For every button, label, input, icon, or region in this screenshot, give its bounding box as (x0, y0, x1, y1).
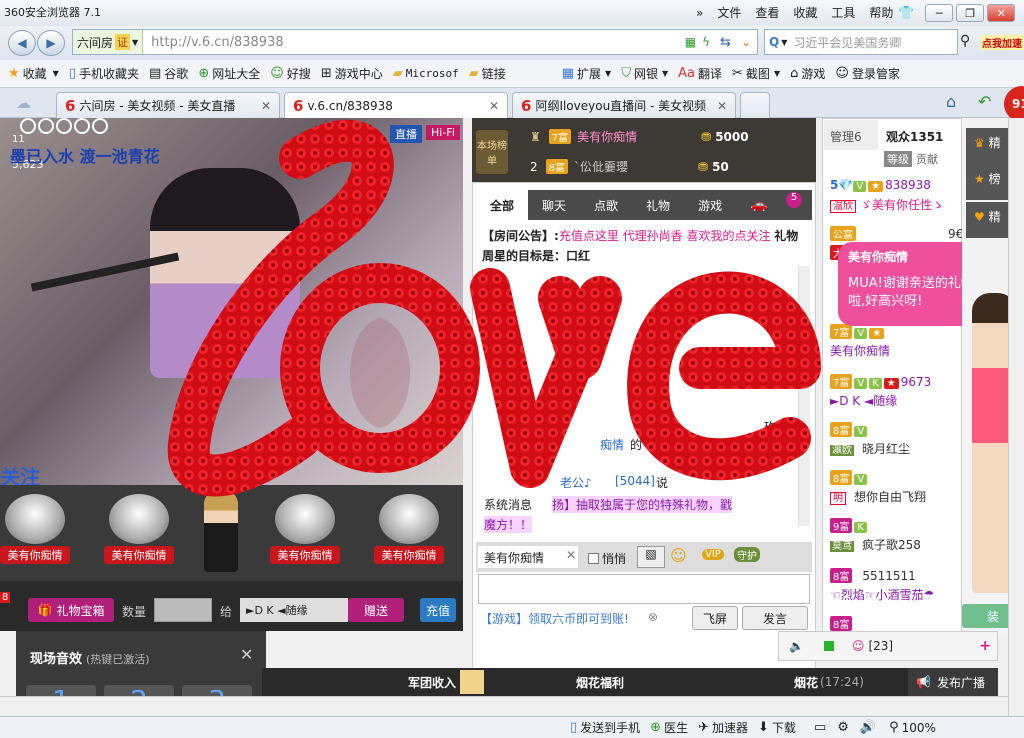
tab-bar: ☁ 6 六间房 - 美女视频 - 美女直播 ✕ 6 v.6.cn/838938 ✕ 6阿… (0, 86, 1024, 122)
folder-icon: ▰ (468, 66, 479, 81)
zoom-level[interactable]: ⚲ 100% (889, 720, 936, 735)
love-letters (167, 119, 821, 497)
tool-screenshot[interactable]: ✂ 截图 ▼ (732, 65, 780, 82)
close-window-button[interactable]: ✕ (987, 4, 1016, 22)
search-engine-icon[interactable]: Q (769, 35, 779, 49)
love-letter-e (627, 271, 821, 481)
fav-games[interactable]: ⊞ 游戏中心 (321, 65, 383, 82)
speed-button[interactable]: 点我加速 (980, 35, 1024, 50)
home-icon[interactable]: ⌂ (946, 92, 956, 111)
nav-bar: ◀ ▶ 六间房证 ▼ http://v.6.cn/838938 ▦ ϟ ⇆ ⌄ Q… (0, 26, 1024, 60)
status-download[interactable]: ⬇ 下载 (758, 719, 796, 736)
folder-icon: ▰ (392, 66, 403, 81)
tab-liujianfang[interactable]: 6 六间房 - 美女视频 - 美女直播 ✕ (56, 92, 280, 118)
site-label: 六间房证 ▼ (73, 30, 144, 54)
tab-current[interactable]: 6 v.6.cn/838938 ✕ (284, 92, 508, 118)
chevron-down-icon: ▼ (132, 37, 139, 47)
menu-help[interactable]: 帮助 (869, 4, 893, 21)
gamepad-icon: ⌂ (790, 66, 799, 81)
address-bar[interactable]: 六间房证 ▼ http://v.6.cn/838938 ▦ ϟ ⇆ ⌄ (72, 29, 758, 55)
chevron-down-icon[interactable]: ⌄ (741, 35, 751, 49)
page-content: 11 5,623 墨已入水 渡一池青花 直播 Hi-Fi 关注 守护 美有你痴情… (0, 118, 1024, 717)
title-bar: 360安全浏览器 7.1 » 文件 查看 收藏 工具 帮助 👕 ─ ❐ ✕ (0, 0, 1024, 26)
cert-badge: 证 (115, 34, 131, 50)
tool-translate[interactable]: Aa 翻译 (678, 65, 722, 82)
forward-button[interactable]: ▶ (37, 30, 65, 56)
window-title: 360安全浏览器 7.1 (4, 6, 101, 19)
search-icon: ☺ (270, 66, 284, 81)
rocket-icon: ✈ (698, 720, 709, 735)
tool-login[interactable]: ☺ 登录管家 (835, 65, 900, 82)
download-icon: ⬇ (758, 720, 769, 735)
six-logo-icon: 6 (293, 96, 304, 115)
translate-icon: Aa (678, 66, 695, 81)
six-logo-icon: 6 (521, 96, 532, 115)
menu-view[interactable]: 查看 (755, 4, 779, 21)
shirt-icon[interactable]: 👕 (898, 6, 914, 21)
tab-count-badge[interactable]: 91 (1004, 86, 1024, 122)
scissors-icon: ✂ (732, 66, 743, 81)
fav-haosou[interactable]: ☺ 好搜 (270, 65, 311, 82)
status-bar: ▯ 发送到手机 ⊕ 医生 ✈ 加速器 ⬇ 下载 ▭ ⚙ 🔊 ⚲ 100% (0, 716, 1024, 738)
gamepad-icon: ⊞ (320, 66, 332, 81)
shield-icon: ⛉ (621, 66, 631, 81)
tab-agang[interactable]: 6 阿纲Iloveyou直播间 - 美女视频 ✕ (512, 92, 736, 118)
new-tab-button[interactable] (740, 92, 770, 118)
status-doctor[interactable]: ⊕ 医生 (650, 719, 688, 736)
star-icon: ★ (8, 66, 20, 81)
user-icon: ☺ (835, 66, 849, 81)
restore-button[interactable]: ❐ (956, 4, 985, 22)
six-logo-icon: 6 (65, 96, 76, 115)
menu-tools[interactable]: 工具 (831, 4, 855, 21)
close-tab-icon[interactable]: ✕ (483, 99, 499, 113)
fav-mobile[interactable]: ▯ 手机收藏夹 (69, 65, 139, 82)
back-button[interactable]: ◀ (8, 30, 36, 56)
fav-links[interactable]: ▰ 链接 (469, 65, 506, 82)
cloud-icon[interactable]: ☁ (16, 94, 31, 112)
menu-file[interactable]: 文件 (717, 4, 741, 21)
lightning-icon[interactable]: ϟ (702, 35, 710, 49)
refresh-icon[interactable]: ⇆ (720, 35, 731, 50)
undo-icon[interactable]: ↶ (978, 92, 991, 111)
fav-collect[interactable]: ★ 收藏 ▼ (8, 65, 59, 82)
status-send-phone[interactable]: ▯ 发送到手机 (570, 719, 640, 736)
tool-bank[interactable]: ⛉ 网银 ▼ (621, 65, 668, 82)
favorites-bar: ★ 收藏 ▼ ▯ 手机收藏夹 ▤ 谷歌 ⊕ 网址大全 ☺ 好搜 ⊞ 游戏中心 ▰ Microso… (0, 60, 1024, 88)
menu-arrows[interactable]: » (696, 6, 703, 20)
close-tab-icon[interactable]: ✕ (711, 99, 727, 113)
sound-icon: 🔊 (859, 720, 877, 735)
status-tools[interactable]: ▭ ⚙ 🔊 (814, 720, 879, 735)
search-icon[interactable]: ⚲ (960, 33, 970, 49)
page-icon: ▤ (149, 66, 162, 81)
tool-extensions[interactable]: ▦ 扩展 ▼ (562, 65, 611, 82)
plus-circle-icon: ⊕ (198, 66, 210, 81)
qr-icon[interactable]: ▦ (685, 35, 696, 49)
fav-hao[interactable]: ⊕ 网址大全 (198, 65, 260, 82)
search-box[interactable]: Q ▼ 习近平会见美国务卿 (764, 29, 958, 55)
zoom-icon: ⚲ (889, 720, 899, 735)
love-letter-o-inner (350, 318, 410, 428)
chevron-down-icon[interactable]: ▼ (781, 38, 787, 47)
status-accelerator[interactable]: ✈ 加速器 (698, 719, 748, 736)
gear-icon: ⚙ (837, 720, 849, 735)
minimize-button[interactable]: ─ (925, 4, 954, 22)
plus-circle-icon: ⊕ (650, 720, 662, 735)
phone-icon: ▯ (68, 66, 76, 81)
tool-games[interactable]: ⌂ 游戏 (790, 65, 825, 82)
fav-microsoft[interactable]: ▰ Microsof (393, 66, 459, 81)
window-icon: ▭ (813, 720, 827, 735)
grid-icon: ▦ (561, 66, 575, 81)
fav-google[interactable]: ▤ 谷歌 (149, 65, 188, 82)
menu-favorites[interactable]: 收藏 (793, 4, 817, 21)
love-letter-v2 (538, 276, 622, 380)
love-gift-animation (167, 119, 821, 497)
url-text[interactable]: http://v.6.cn/838938 (151, 35, 283, 50)
phone-icon: ▯ (570, 720, 578, 735)
search-input[interactable]: 习近平会见美国务卿 (793, 34, 901, 51)
close-tab-icon[interactable]: ✕ (255, 99, 271, 113)
